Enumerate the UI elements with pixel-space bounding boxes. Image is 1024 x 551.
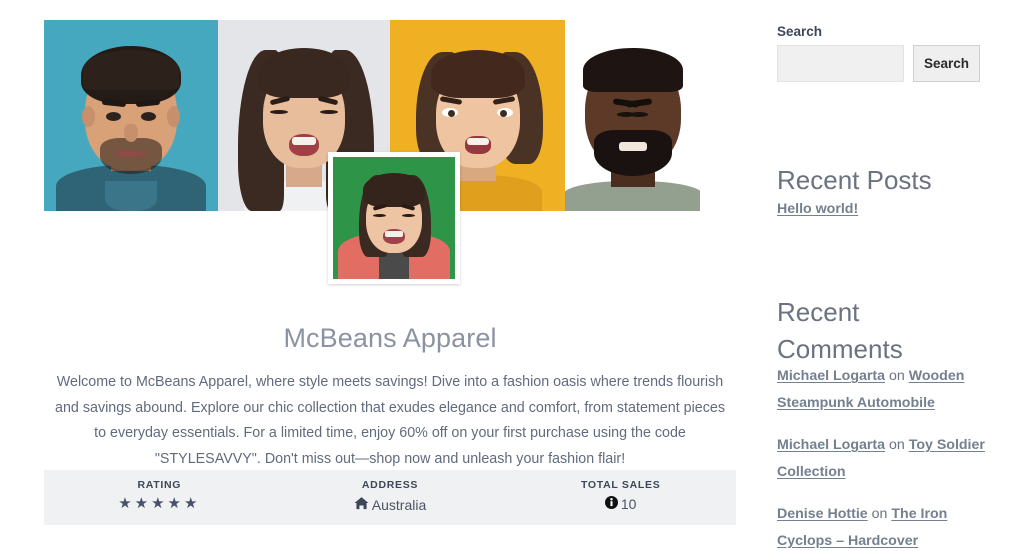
stat-address-text: Australia: [371, 496, 427, 513]
store-title: McBeans Apparel: [283, 323, 497, 354]
stat-rating-value: ★★★★★: [44, 496, 275, 511]
store-avatar: [328, 152, 460, 284]
list-item: Michael Logarta on Wooden Steampunk Auto…: [777, 363, 992, 417]
stat-total-sales-value: 10: [505, 496, 736, 511]
stat-total-sales: TOTAL SALES 10: [505, 479, 736, 511]
portrait-image-1: [44, 20, 218, 211]
comment-connector: on: [888, 368, 905, 384]
list-item: Hello world!: [777, 196, 992, 223]
list-item: Denise Hottie on The Iron Cyclops – Hard…: [777, 501, 992, 551]
comment-connector: on: [871, 506, 888, 522]
recent-comments-list: Michael Logarta on Wooden Steampunk Auto…: [777, 363, 992, 551]
comment-author-link[interactable]: Denise Hottie: [777, 506, 868, 522]
home-icon: [354, 496, 369, 513]
comment-author-link[interactable]: Michael Logarta: [777, 368, 885, 384]
search-input[interactable]: [777, 45, 904, 82]
recent-posts-list: Hello world!: [777, 196, 992, 237]
recent-post-link[interactable]: Hello world!: [777, 201, 858, 217]
search-label: Search: [777, 24, 823, 39]
store-page: McBeans Apparel Welcome to McBeans Appar…: [0, 0, 1024, 551]
stat-address-value: Australia: [275, 496, 506, 513]
recent-posts-heading: Recent Posts: [777, 164, 932, 195]
search-button[interactable]: Search: [913, 45, 980, 82]
comment-connector: on: [888, 437, 905, 453]
stat-total-sales-label: TOTAL SALES: [580, 479, 661, 491]
stat-rating-label: RATING: [137, 479, 182, 491]
stat-rating: RATING ★★★★★: [44, 479, 275, 511]
main-content-column: McBeans Apparel Welcome to McBeans Appar…: [44, 0, 736, 551]
sidebar: Search Search Recent Posts Hello world! …: [777, 0, 1024, 551]
stat-address: ADDRESS Australia: [275, 479, 506, 513]
recent-comments-heading: Recent Comments: [777, 296, 903, 364]
info-circle-icon: [604, 496, 618, 511]
store-description: Welcome to McBeans Apparel, where style …: [55, 374, 725, 467]
stat-address-label: ADDRESS: [361, 479, 419, 491]
stat-total-sales-text: 10: [620, 495, 637, 512]
store-stats-bar: RATING ★★★★★ ADDRESS Australia TOTAL SAL…: [44, 470, 736, 525]
avatar-image: [333, 157, 455, 279]
portrait-panel-4: [565, 20, 700, 211]
star-icon: ★★★★★: [118, 495, 201, 512]
portrait-panel-1: [44, 20, 218, 211]
portrait-image-4: [565, 20, 700, 211]
list-item: Michael Logarta on Toy Soldier Collectio…: [777, 432, 992, 486]
comment-author-link[interactable]: Michael Logarta: [777, 437, 885, 453]
